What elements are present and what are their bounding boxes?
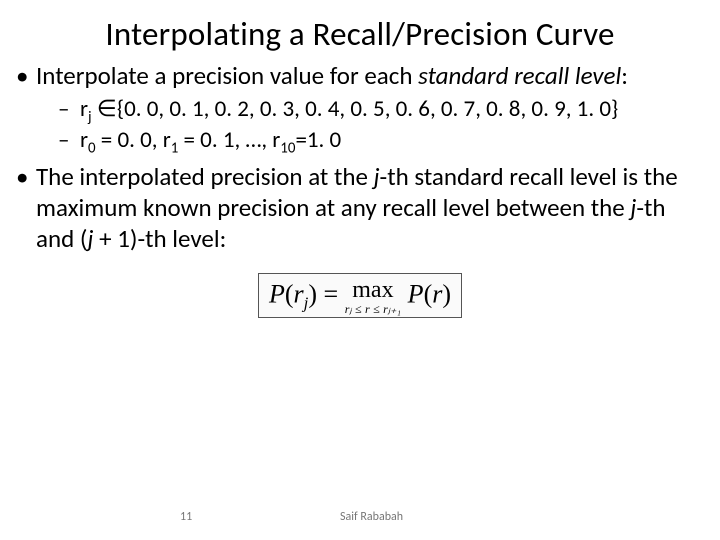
max-cond: rⱼ ≤ r ≤ rⱼ₊₁: [345, 303, 401, 315]
bullet-1: Interpolate a precision value for each s…: [14, 60, 706, 155]
text: =1. 0: [295, 126, 341, 154]
max-op: max: [345, 278, 401, 302]
equals: =: [317, 279, 345, 308]
text: ∈{0. 0, 0. 1, 0. 2, 0. 3, 0. 4, 0. 5, 0.…: [92, 95, 619, 123]
text-em: standard recall level: [418, 60, 621, 91]
formula-container: P(rj) = maxrⱼ ≤ r ≤ rⱼ₊₁ P(r): [14, 273, 706, 318]
text: r: [80, 95, 88, 123]
sub-bullet-1: rj ∈{0. 0, 0. 1, 0. 2, 0. 3, 0. 4, 0. 5,…: [36, 95, 706, 124]
paren: (: [285, 279, 294, 308]
slide-title: Interpolating a Recall/Precision Curve: [0, 0, 720, 54]
sub-list: rj ∈{0. 0, 0. 1, 0. 2, 0. 3, 0. 4, 0. 5,…: [36, 95, 706, 155]
text: r: [80, 126, 88, 154]
page-number: 11: [180, 510, 192, 524]
slide-body: Interpolate a precision value for each s…: [0, 54, 720, 318]
author-name: Saif Rababah: [340, 510, 403, 524]
max-stack: maxrⱼ ≤ r ≤ rⱼ₊₁: [345, 278, 401, 315]
text: = 0. 0, r: [96, 126, 171, 154]
sym-P: P: [269, 279, 285, 308]
subscript: 10: [280, 140, 295, 158]
text: = 0. 1, …, r: [178, 126, 280, 154]
sym-r: r: [432, 279, 442, 308]
text: Interpolate a precision value for each: [36, 60, 418, 91]
subscript: 0: [88, 140, 96, 158]
paren: (: [424, 279, 433, 308]
formula-box: P(rj) = maxrⱼ ≤ r ≤ rⱼ₊₁ P(r): [258, 273, 462, 318]
sym-r: r: [294, 279, 304, 308]
bullet-2: The interpolated precision at the j-th s…: [14, 161, 706, 255]
slide: Interpolating a Recall/Precision Curve I…: [0, 0, 720, 540]
text: The interpolated precision at the: [36, 161, 374, 192]
text: :: [621, 60, 628, 91]
paren: ): [308, 279, 317, 308]
paren: ): [442, 279, 451, 308]
text: + 1)-th level:: [93, 223, 226, 254]
sym-P: P: [401, 279, 423, 308]
bullet-list: Interpolate a precision value for each s…: [14, 60, 706, 255]
sub-bullet-2: r0 = 0. 0, r1 = 0. 1, …, r10=1. 0: [36, 126, 706, 155]
